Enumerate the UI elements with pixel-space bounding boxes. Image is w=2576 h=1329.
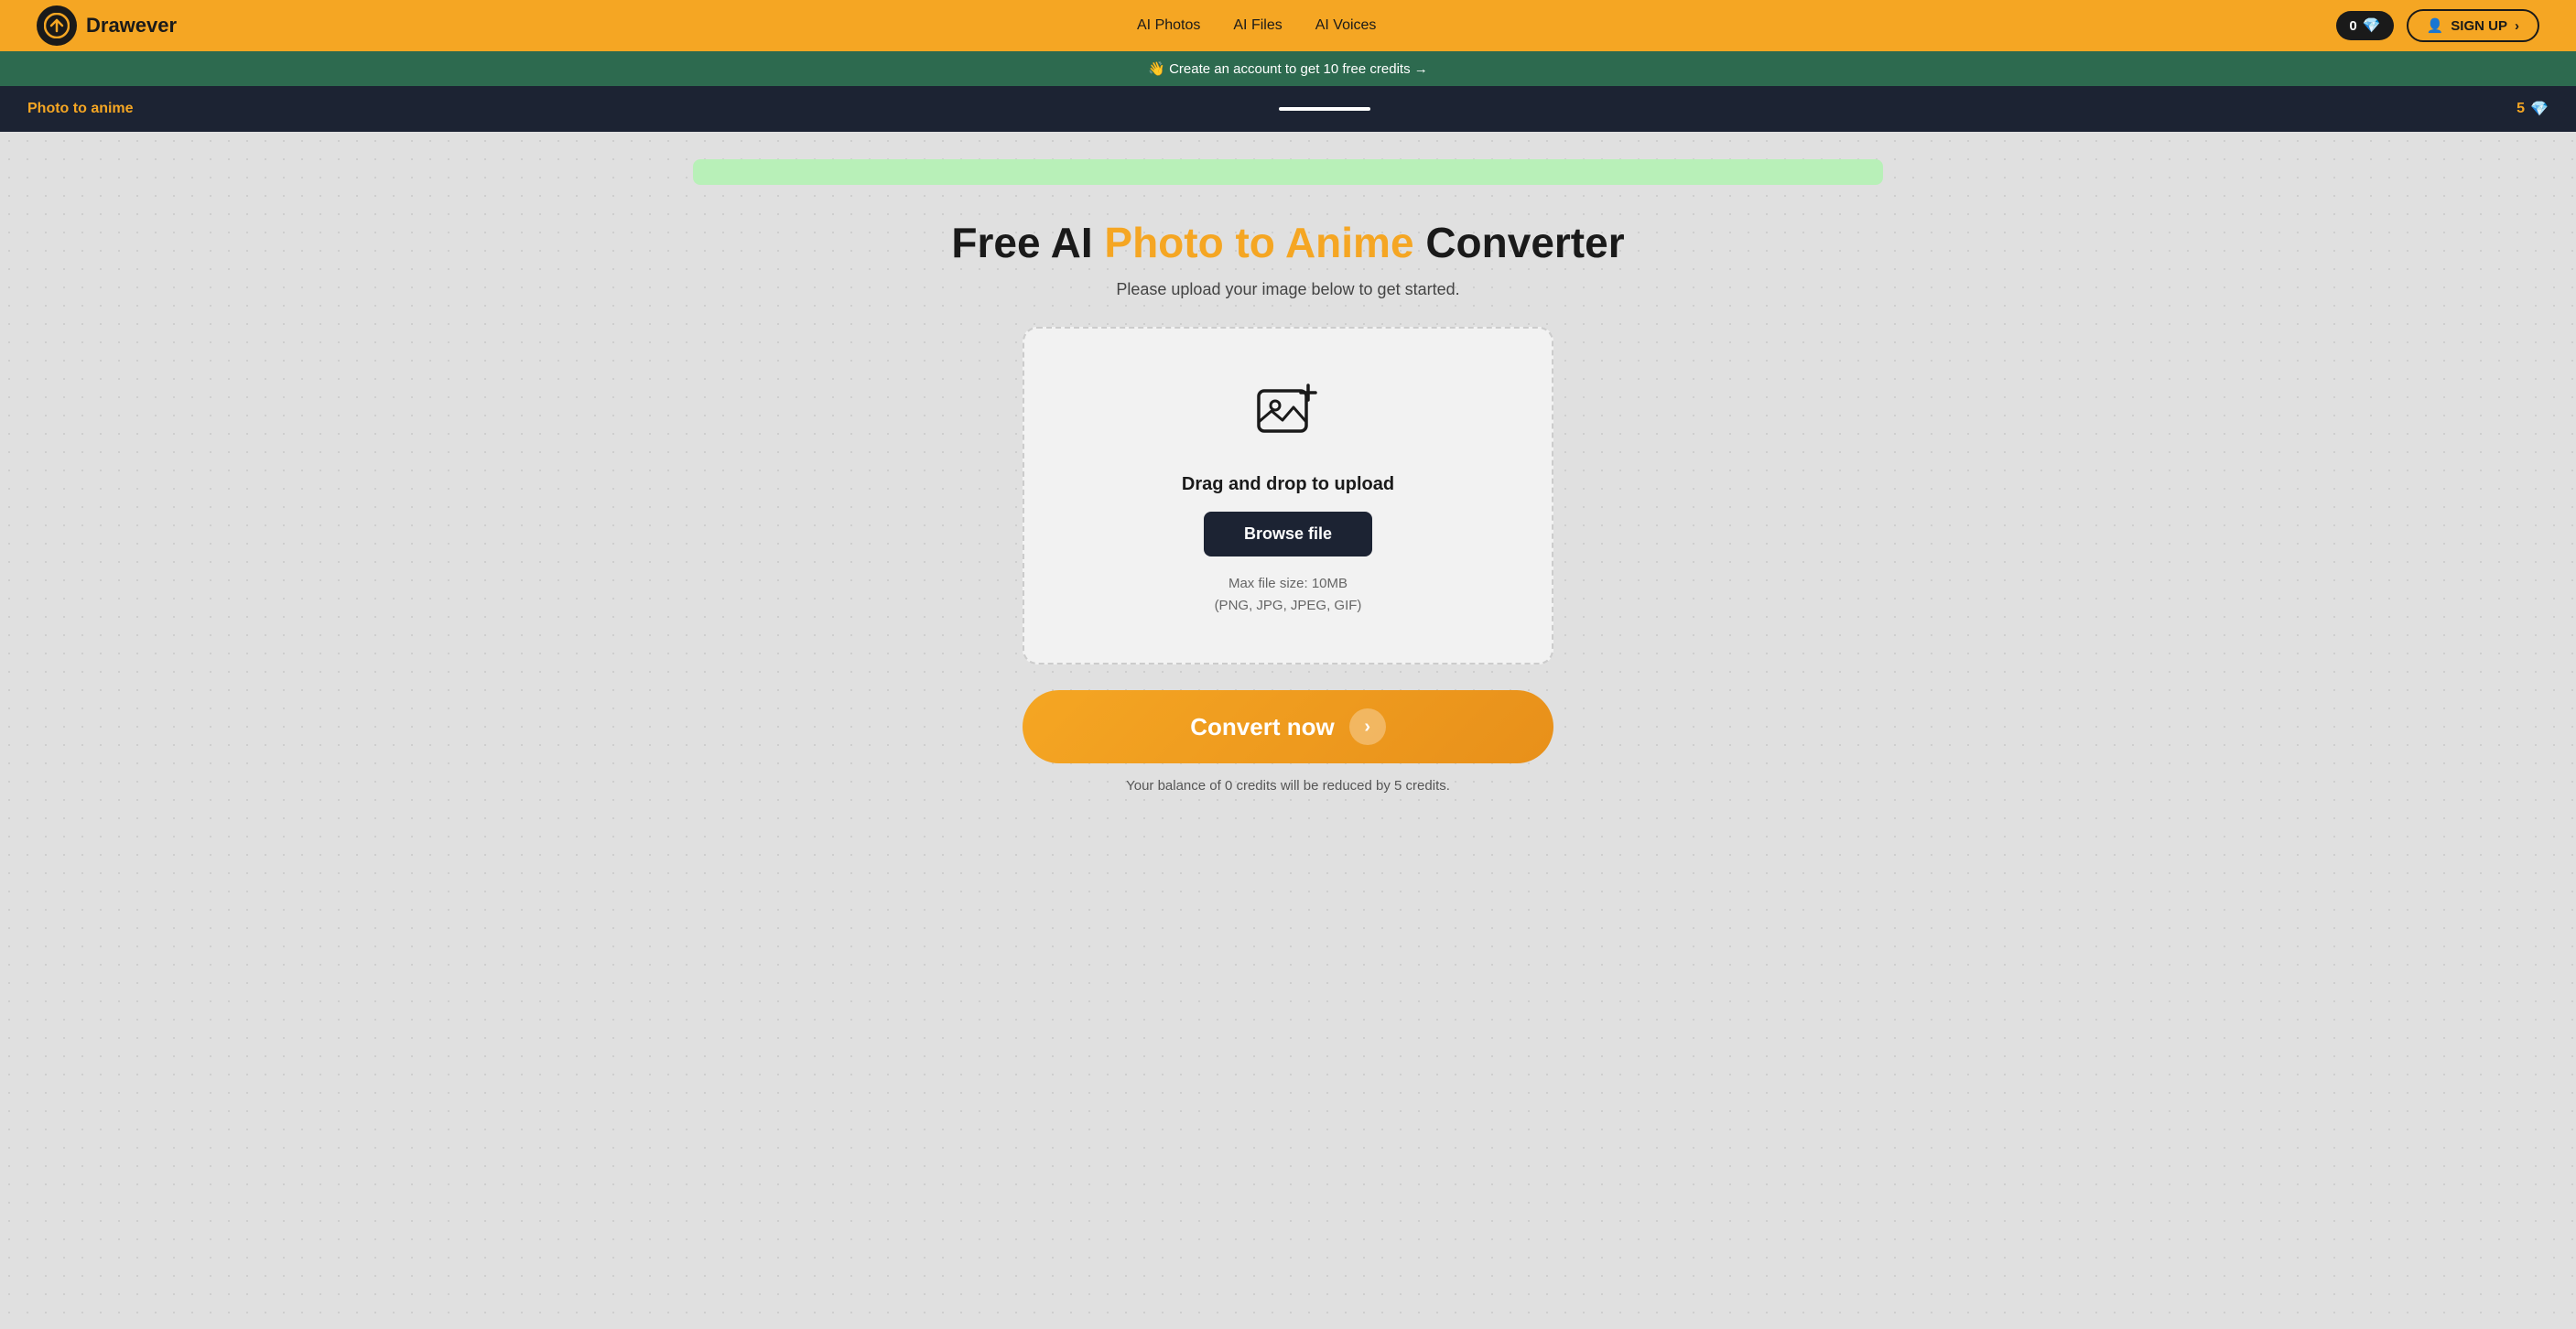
promo-emoji: 👋 — [1148, 61, 1165, 77]
promo-text: Create an account to get 10 free credits… — [1169, 61, 1428, 77]
signup-button[interactable]: 👤 SIGN UP › — [2407, 9, 2539, 42]
nav-ai-voices[interactable]: AI Voices — [1315, 17, 1377, 34]
convert-arrow-icon: › — [1349, 708, 1386, 745]
file-types-text: (PNG, JPG, JPEG, GIF) — [1215, 595, 1362, 617]
signup-banner — [693, 159, 1883, 185]
arrow-icon: › — [2515, 18, 2519, 34]
heading-prefix: Free AI — [951, 219, 1104, 266]
nav-ai-files[interactable]: AI Files — [1233, 17, 1282, 34]
tool-credits: 5 💎 — [2516, 100, 2549, 118]
upload-icon — [1251, 374, 1325, 458]
logo-text: Drawever — [86, 14, 177, 38]
heading-highlight: Photo to Anime — [1104, 219, 1413, 266]
page-subtitle: Please upload your image below to get st… — [1116, 280, 1459, 299]
balance-text: Your balance of 0 credits will be reduce… — [1126, 778, 1450, 794]
tool-bar-divider — [1279, 107, 1370, 111]
promo-bar[interactable]: 👋 Create an account to get 10 free credi… — [0, 51, 2576, 86]
file-info: Max file size: 10MB (PNG, JPG, JPEG, GIF… — [1215, 573, 1362, 617]
user-icon: 👤 — [2427, 17, 2444, 34]
nav-ai-photos[interactable]: AI Photos — [1137, 17, 1200, 34]
upload-area[interactable]: Drag and drop to upload Browse file Max … — [1023, 327, 1553, 664]
credits-badge: 0 💎 — [2336, 11, 2393, 40]
nav-links: AI Photos AI Files AI Voices — [1137, 17, 1376, 34]
browse-file-button[interactable]: Browse file — [1204, 512, 1372, 556]
tool-credits-count: 5 — [2516, 101, 2525, 117]
logo-icon — [37, 5, 77, 46]
logo-area[interactable]: Drawever — [37, 5, 177, 46]
heading-suffix: Converter — [1414, 219, 1625, 266]
top-navigation: Drawever AI Photos AI Files AI Voices 0 … — [0, 0, 2576, 51]
tool-bar: Photo to anime 5 💎 — [0, 86, 2576, 132]
main-content: Free AI Photo to Anime Converter Please … — [0, 132, 2576, 1329]
tool-gem-icon: 💎 — [2530, 100, 2549, 118]
tool-title: Photo to anime — [27, 101, 134, 117]
convert-label: Convert now — [1190, 713, 1334, 741]
file-size-text: Max file size: 10MB — [1215, 573, 1362, 595]
credits-count: 0 — [2349, 18, 2356, 34]
signup-label: SIGN UP — [2451, 18, 2507, 34]
gem-icon: 💎 — [2363, 16, 2381, 35]
convert-now-button[interactable]: Convert now › — [1023, 690, 1553, 763]
page-heading: Free AI Photo to Anime Converter — [951, 218, 1624, 267]
drag-drop-text: Drag and drop to upload — [1182, 474, 1394, 495]
nav-actions: 0 💎 👤 SIGN UP › — [2336, 9, 2539, 42]
